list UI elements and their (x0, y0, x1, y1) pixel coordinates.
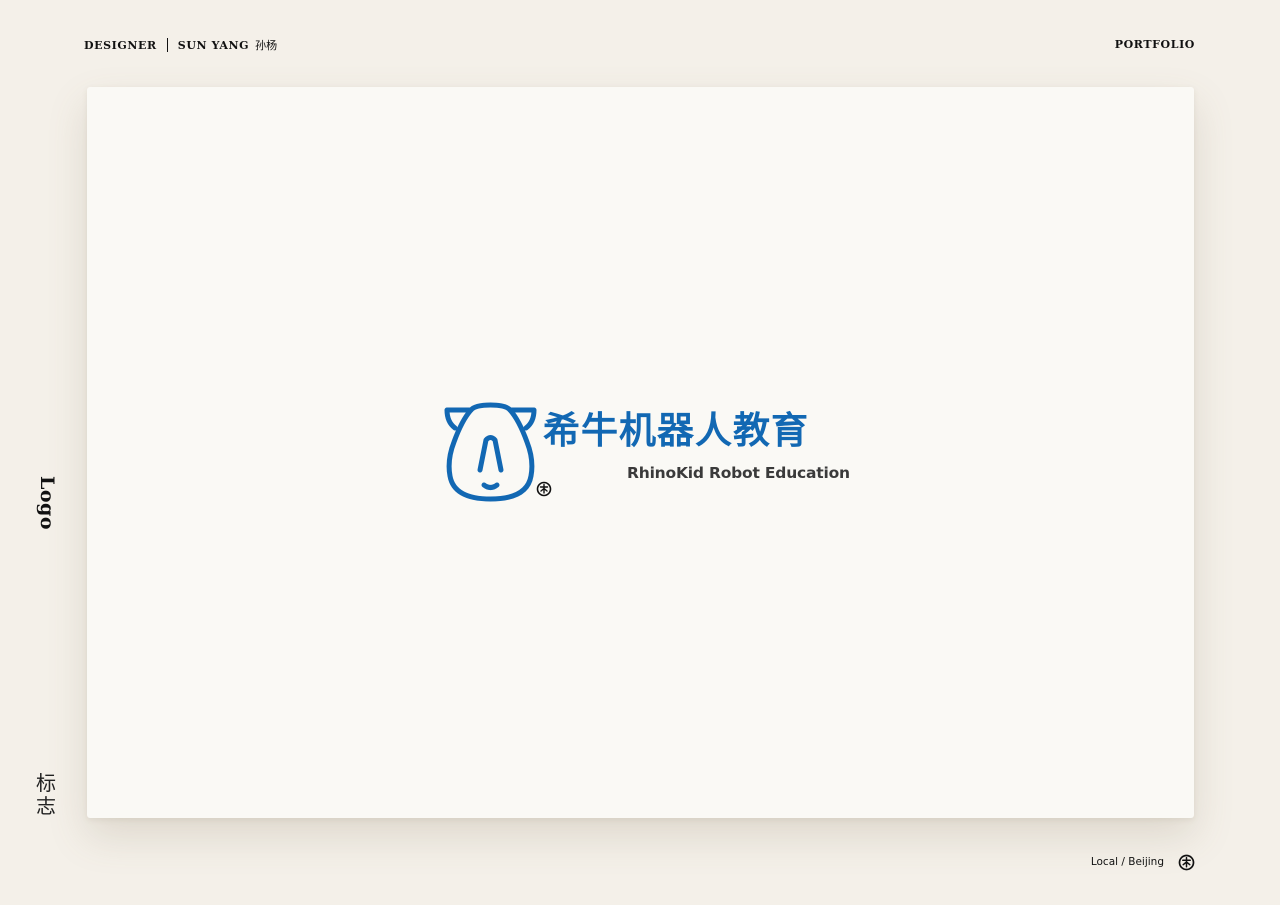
logo-name-en: RhinoKid Robot Education (627, 464, 850, 482)
logo-name-cn: 希牛机器人教育 (543, 409, 809, 452)
portfolio-label: PORTFOLIO (1114, 38, 1195, 51)
footer: Local / Beijing (1091, 852, 1195, 872)
seal-icon (536, 481, 552, 497)
rhino-head-icon (444, 402, 537, 502)
designer-credit: DESIGNER SUN YANG 孙杨 (84, 37, 277, 53)
designer-label: DESIGNER (84, 38, 157, 52)
location-text: Local / Beijing (1090, 856, 1164, 868)
designer-name: SUN YANG (177, 38, 250, 52)
section-title-en: Logo (36, 476, 58, 530)
section-title-cn: 标志 (36, 771, 56, 818)
divider (166, 38, 168, 52)
brand-logo: 希牛机器人教育 RhinoKid Robot Education (443, 402, 850, 506)
designer-name-cn: 孙杨 (255, 39, 278, 52)
seal-icon (1178, 854, 1195, 870)
